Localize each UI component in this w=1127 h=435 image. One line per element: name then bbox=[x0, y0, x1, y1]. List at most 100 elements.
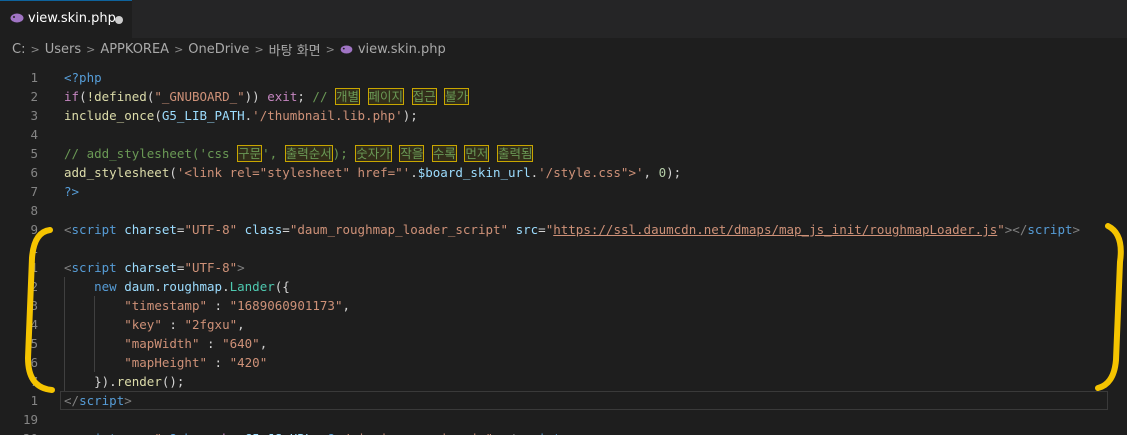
line-number: 3 bbox=[30, 108, 38, 123]
code-token: < bbox=[64, 260, 72, 275]
breadcrumb-file[interactable]: view.skin.php bbox=[358, 42, 446, 57]
breadcrumb-separator: > bbox=[325, 42, 335, 56]
code-text: if(!defined("_GNUBOARD_")) exit; // 개별 페… bbox=[64, 87, 470, 106]
code-token: : bbox=[199, 336, 223, 351]
code-text: <script charset="UTF-8" class="daum_roug… bbox=[64, 220, 1080, 239]
code-line[interactable]: 7 }).render(); bbox=[0, 372, 1127, 391]
code-token: class bbox=[237, 222, 283, 237]
line-number: 6 bbox=[30, 165, 38, 180]
code-token: ></ bbox=[1004, 222, 1028, 237]
code-line[interactable]: 3 "timestamp" : "1689060901173", bbox=[0, 296, 1127, 315]
code-token: "timestamp" bbox=[124, 298, 208, 313]
code-token: : bbox=[207, 298, 230, 313]
code-token: . bbox=[222, 279, 230, 294]
line-number: 2 bbox=[30, 89, 38, 104]
code-token: ></ bbox=[493, 431, 516, 435]
code-token: !defined bbox=[86, 89, 147, 104]
code-token: "2fgxu" bbox=[184, 317, 238, 332]
code-line[interactable]: 19 bbox=[0, 410, 1127, 429]
code-token: > bbox=[561, 431, 569, 435]
code-token: 작을 bbox=[399, 145, 425, 162]
code-line[interactable]: 1 <?php bbox=[0, 68, 1127, 87]
code-text: include_once(G5_LIB_PATH.'/thumbnail.lib… bbox=[64, 106, 418, 125]
code-token: "daum_roughmap_loader_script" bbox=[289, 222, 509, 237]
code-line[interactable]: 5 "mapWidth" : "640", bbox=[0, 334, 1127, 353]
line-number: 1 bbox=[30, 241, 38, 256]
line-number: 8 bbox=[30, 203, 38, 218]
breadcrumb-desktop[interactable]: 바탕 화면 bbox=[269, 40, 321, 59]
tab-view-skin-php[interactable]: view.skin.php bbox=[0, 0, 132, 38]
code-line[interactable]: 1 <script charset="UTF-8"> bbox=[0, 258, 1127, 277]
code-token: "UTF-8" bbox=[184, 260, 238, 275]
code-line[interactable]: 4 "key" : "2fgxu", bbox=[0, 315, 1127, 334]
code-token: src bbox=[508, 222, 539, 237]
code-line[interactable]: 20<script src="<?php echo G5_JS_URL; ?>/… bbox=[0, 429, 1127, 435]
breadcrumb-onedrive[interactable]: OneDrive bbox=[188, 42, 249, 57]
code-token: ?> bbox=[64, 184, 80, 199]
code-token: = bbox=[538, 222, 546, 237]
code-line[interactable]: 6 "mapHeight" : "420" bbox=[0, 353, 1127, 372]
code-token: ( bbox=[79, 89, 87, 104]
code-editor[interactable]: 1 <?php 2 if(!defined("_GNUBOARD_")) exit; … bbox=[0, 60, 1127, 435]
code-line[interactable]: 1 </script> bbox=[0, 391, 1127, 410]
code-token: > bbox=[1072, 222, 1081, 237]
breadcrumb-separator: > bbox=[174, 42, 184, 56]
breadcrumb-separator: > bbox=[86, 42, 96, 56]
code-token: include_once bbox=[64, 108, 155, 123]
code-token: , bbox=[342, 298, 351, 313]
code-token: exit bbox=[259, 89, 298, 104]
code-token: // add_stylesheet('css bbox=[64, 146, 238, 161]
code-token: ); bbox=[402, 108, 418, 123]
breadcrumb-appkorea[interactable]: APPKOREA bbox=[100, 42, 169, 57]
code-token: render bbox=[116, 374, 162, 389]
code-token: '<link rel="stylesheet" href="' bbox=[176, 165, 411, 180]
code-token: : bbox=[161, 317, 185, 332]
code-token: ({ bbox=[274, 279, 290, 294]
code-token: 먼저 bbox=[464, 145, 490, 162]
code-token: = bbox=[282, 222, 290, 237]
code-line[interactable]: 1 bbox=[0, 239, 1127, 258]
code-token: $board_skin_url bbox=[417, 165, 531, 180]
line-number: 7 bbox=[30, 374, 38, 389]
code-text: // add_stylesheet('css 구문', 출력순서); 숫자가 작… bbox=[64, 144, 534, 163]
code-line[interactable]: 2 if(!defined("_GNUBOARD_")) exit; // 개별 … bbox=[0, 87, 1127, 106]
code-token: daum bbox=[124, 279, 155, 294]
code-line[interactable]: 8 bbox=[0, 201, 1127, 220]
unsaved-dot-icon[interactable] bbox=[115, 16, 123, 24]
code-token: if bbox=[64, 89, 80, 104]
breadcrumb-drive[interactable]: C: bbox=[12, 42, 25, 57]
code-token: Lander bbox=[229, 279, 275, 294]
current-line-highlight bbox=[60, 391, 1108, 410]
code-token: "420" bbox=[229, 355, 268, 370]
code-text: <script src="<?php echo G5_JS_URL; ?>/vi… bbox=[64, 429, 568, 435]
code-line[interactable]: 3 include_once(G5_LIB_PATH.'/thumbnail.li… bbox=[0, 106, 1127, 125]
code-line[interactable]: 5 // add_stylesheet('css 구문', 출력순서); 숫자가 … bbox=[0, 144, 1127, 163]
code-token: . bbox=[154, 279, 162, 294]
code-token: src bbox=[117, 431, 147, 435]
code-token: G5_JS_URL bbox=[245, 431, 313, 435]
tab-label: view.skin.php bbox=[28, 11, 116, 26]
code-token: <?php bbox=[162, 431, 200, 435]
code-line[interactable]: 7 ?> bbox=[0, 182, 1127, 201]
code-line[interactable]: 2 new daum.roughmap.Lander({ bbox=[0, 277, 1127, 296]
line-number: 5 bbox=[30, 146, 38, 161]
code-token: ; bbox=[297, 89, 313, 104]
code-line[interactable]: 4 bbox=[0, 125, 1127, 144]
code-token: "1689060901173" bbox=[229, 298, 343, 313]
code-token: 출력됨 bbox=[496, 145, 534, 162]
code-line[interactable]: 6 add_stylesheet('<link rel="stylesheet" … bbox=[0, 163, 1127, 182]
line-number: 1 bbox=[30, 260, 38, 275]
code-token: , bbox=[259, 336, 268, 351]
line-number: 6 bbox=[30, 355, 38, 370]
code-token: ; bbox=[312, 431, 327, 435]
code-token: " bbox=[997, 222, 1005, 237]
code-token: script bbox=[1027, 222, 1073, 237]
code-line[interactable]: 9 <script charset="UTF-8" class="daum_rou… bbox=[0, 220, 1127, 239]
code-text: }).render(); bbox=[64, 372, 184, 391]
breadcrumb-users[interactable]: Users bbox=[45, 42, 81, 57]
code-token: '/style.css">' bbox=[538, 165, 644, 180]
